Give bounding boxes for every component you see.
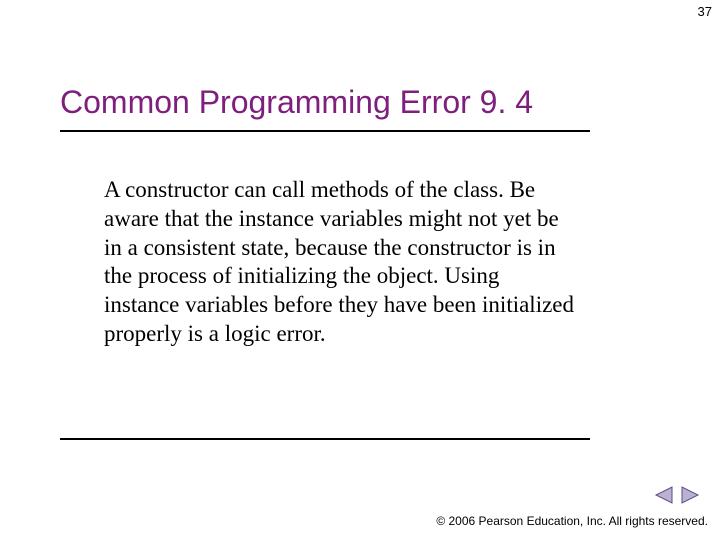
copyright-text: © 2006 Pearson Education, Inc. All right… (436, 514, 708, 528)
prev-button[interactable] (654, 486, 674, 504)
next-button[interactable] (680, 486, 700, 504)
triangle-left-icon (654, 486, 674, 504)
bottom-line (60, 438, 590, 440)
nav-buttons (654, 486, 700, 504)
page-number: 37 (698, 4, 712, 19)
triangle-right-icon (680, 486, 700, 504)
body-text: A constructor can call methods of the cl… (104, 176, 576, 349)
slide-title: Common Programming Error 9. 4 (60, 84, 533, 121)
title-underline (60, 130, 590, 132)
